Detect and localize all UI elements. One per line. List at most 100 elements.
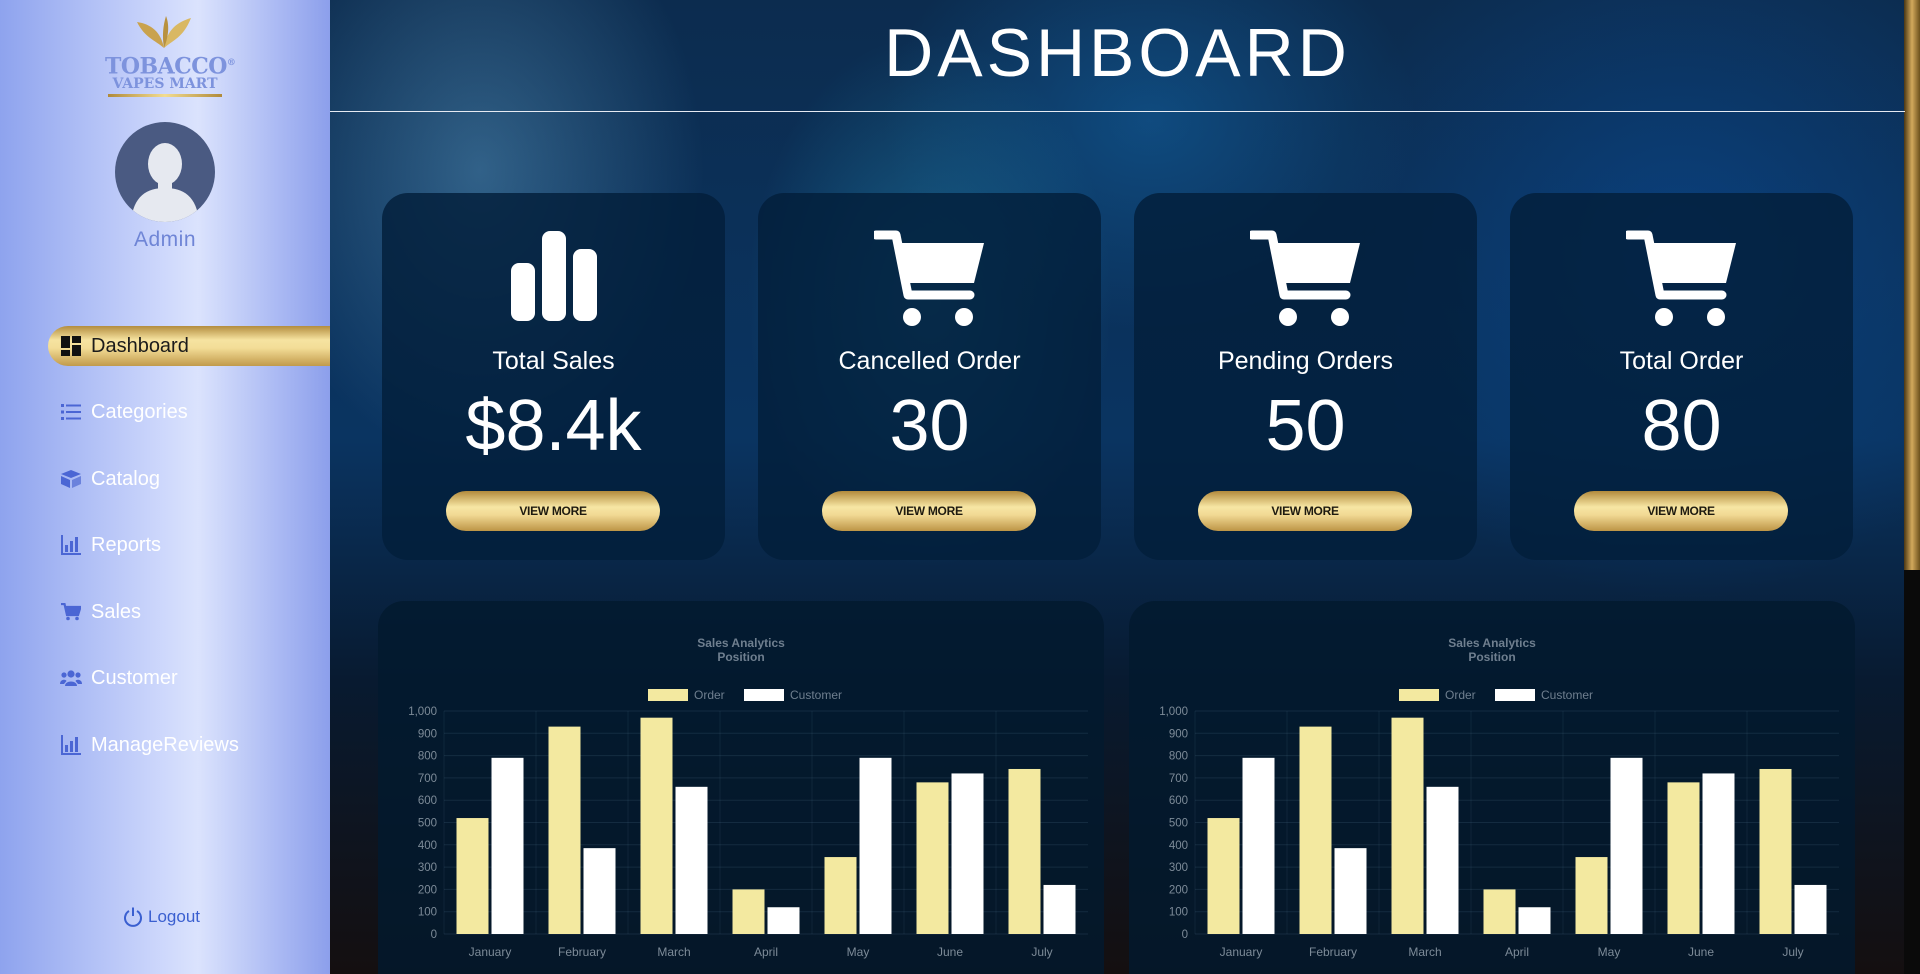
page-title: DASHBOARD [884,15,1351,91]
stat-card-cancelled-order: Cancelled Order 30 VIEW MORE [758,193,1101,560]
sidebar-item-managereviews[interactable]: ManageReviews [48,725,330,765]
scrollbar-track[interactable] [1904,570,1920,974]
avatar[interactable] [115,122,215,222]
legend-label: Customer [790,688,842,702]
sidebar-item-label: Sales [91,600,142,623]
view-more-button[interactable]: VIEW MORE [446,491,660,531]
chart-title: Position [717,650,764,664]
x-tick-label: March [657,945,690,959]
x-tick-label: January [1220,945,1263,959]
y-tick-label: 1,000 [1159,706,1188,718]
sidebar-item-reports[interactable]: Reports [48,525,330,565]
x-tick-label: January [469,945,512,959]
sidebar-item-label: Reports [91,533,162,556]
y-tick-label: 900 [1169,728,1188,740]
sidebar-item-label: Customer [91,666,178,689]
chart-bar [1610,757,1643,934]
sales-analytics-chart-card: Sales Analytics Position Order Customer 0 100… [378,601,1104,974]
chart-bar [583,848,616,934]
chart-bar [1483,889,1516,934]
stat-value: 80 [1641,386,1722,466]
legend-swatch [648,689,688,701]
stat-label: Cancelled Order [838,347,1021,375]
chart-bar [767,907,800,934]
stat-card-total-order: Total Order 80 VIEW MORE [1510,193,1853,560]
chart-bar [1426,786,1459,934]
legend-swatch [1495,689,1535,701]
x-tick-label: May [847,945,870,959]
chart-bar [675,786,708,934]
brand-logo[interactable]: TOBACCO® VAPES MART [105,14,236,100]
main-content: DASHBOARD Total Sales $8.4k VIEW MORE Ca… [330,0,1920,974]
list-icon [60,401,82,423]
chart-bar [824,857,857,934]
x-tick-label: February [558,945,606,959]
sales-analytics-chart: Sales AnalyticsPosition Order Customer 0 100… [408,636,1088,959]
y-tick-label: 200 [1169,884,1188,896]
user-silhouette-icon [131,143,199,222]
y-tick-label: 0 [1182,929,1188,941]
stat-label: Total Order [1619,347,1744,375]
legend-label: Order [1445,688,1476,702]
chart-bar [951,773,984,934]
chart-bar [1575,857,1608,934]
stat-label: Pending Orders [1217,347,1394,375]
logout-button[interactable]: Logout [122,906,200,928]
y-tick-label: 700 [418,773,437,785]
chart-title: Sales Analytics [1448,636,1536,650]
y-tick-label: 0 [431,929,437,941]
x-tick-label: June [1688,945,1714,959]
sidebar-item-label: Catalog [91,467,160,490]
sidebar-item-label: Categories [91,400,188,423]
y-tick-label: 800 [418,751,437,763]
scrollbar-thumb[interactable] [1904,0,1920,570]
y-tick-label: 100 [418,907,437,919]
dashboard-icon [60,335,82,357]
y-tick-label: 1,000 [408,706,437,718]
chart-bar [1043,884,1076,934]
brand-underline [108,94,222,97]
stat-value: $8.4k [465,386,642,466]
sidebar-item-customer[interactable]: Customer [48,658,330,698]
y-tick-label: 100 [1169,907,1188,919]
sidebar-item-label: ManageReviews [91,733,239,756]
y-tick-label: 400 [1169,840,1188,852]
view-more-button[interactable]: VIEW MORE [1198,491,1412,531]
view-more-button[interactable]: VIEW MORE [822,491,1036,531]
brand-name-line1: TOBACCO® [105,53,236,80]
sidebar-item-categories[interactable]: Categories [48,392,330,432]
chart-bar [1391,717,1424,934]
chart-bar [859,757,892,934]
y-tick-label: 300 [1169,862,1188,874]
x-tick-label: March [1408,945,1441,959]
sidebar-item-sales[interactable]: Sales [48,592,330,632]
y-tick-label: 900 [418,728,437,740]
chart-bar [548,726,581,934]
y-tick-label: 800 [1169,751,1188,763]
y-tick-label: 200 [418,884,437,896]
stat-value: 30 [889,386,970,466]
chart-bar [1702,773,1735,934]
sales-analytics-chart-card: Sales Analytics Position Order Customer 0 100… [1129,601,1855,974]
box-icon [60,468,82,490]
sidebar-item-dashboard[interactable]: Dashboard [48,326,330,366]
chart-bar [1759,768,1792,934]
x-tick-label: February [1309,945,1357,959]
view-more-button[interactable]: VIEW MORE [1574,491,1788,531]
stat-value: 50 [1265,386,1346,466]
legend-label: Customer [1541,688,1593,702]
legend-swatch [744,689,784,701]
bar-chart-icon [60,534,82,556]
y-tick-label: 600 [418,795,437,807]
chart-bar [732,889,765,934]
sidebar-item-catalog[interactable]: Catalog [48,459,330,499]
y-tick-label: 600 [1169,795,1188,807]
chart-bar [1518,907,1551,934]
users-icon [60,667,82,689]
chart-bar [640,717,673,934]
chart-bar [1794,884,1827,934]
x-tick-label: July [1031,945,1052,959]
y-tick-label: 700 [1169,773,1188,785]
legend-swatch [1399,689,1439,701]
title-divider [330,111,1905,112]
